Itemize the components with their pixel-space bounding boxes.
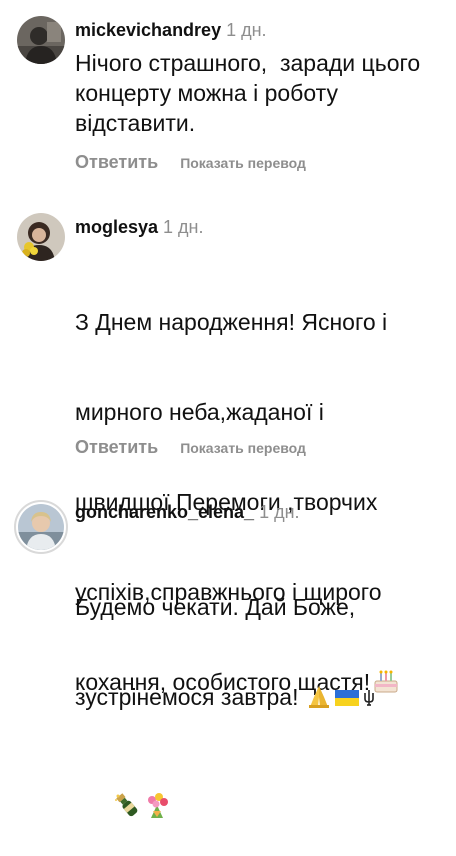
avatar[interactable] [17,16,65,64]
avatar-photo-icon [17,213,65,261]
show-translation-button[interactable]: Показать перевод [180,440,306,456]
comment-item: mickevichandrey 1 дн. Нічого страшного, з… [0,0,456,190]
comment-text-line: З Днем народження! Ясного і [75,309,388,335]
reply-button[interactable]: Ответить [75,152,158,172]
champagne-emoji [113,791,141,826]
comment-text-line-with-emoji: зустрінемося завтра! [75,682,445,716]
username[interactable]: goncharenko_elena_ [75,502,254,522]
username[interactable]: mickevichandrey [75,20,221,40]
tryzub-emoji [362,686,376,716]
username[interactable]: moglesya [75,217,158,237]
avatar[interactable] [14,500,68,554]
comment-actions: Ответить Показать перевод [75,150,306,174]
comment-header: mickevichandrey 1 дн. [75,18,267,42]
flowers-emoji [143,791,171,826]
timestamp: 1 дн. [226,20,267,40]
avatar[interactable] [17,213,65,261]
reply-button[interactable]: Ответить [75,437,158,457]
ukraine-flag-emoji [334,686,360,716]
comment-actions: Ответить Показать перевод [75,435,306,459]
comment-text: Будемо чекати. Дай Боже, зустрінемося за… [75,532,445,776]
avatar-photo-icon [18,504,64,550]
avatar-photo-icon [17,16,65,64]
folded-hands-emoji [306,683,332,716]
comment-text-line: мирного неба,жаданої і [75,399,324,425]
show-translation-button[interactable]: Показать перевод [180,155,306,171]
comment-item: moglesya 1 дн. З Днем народження! Ясного … [0,205,456,818]
comment-header: moglesya 1 дн. [75,215,204,239]
avatar-image [18,504,64,550]
comment-item: goncharenko_elena_ 1 дн. Будемо чекати. Д… [0,490,456,710]
timestamp: 1 дн. [259,502,300,522]
comment-text: Нічого страшного, заради цього концерту … [75,50,427,136]
comment-text-line: Будемо чекати. Дай Боже, [75,594,356,620]
timestamp: 1 дн. [163,217,204,237]
comment-text-line: зустрінемося завтра! [75,684,299,710]
comment-header: goncharenko_elena_ 1 дн. [75,500,300,524]
